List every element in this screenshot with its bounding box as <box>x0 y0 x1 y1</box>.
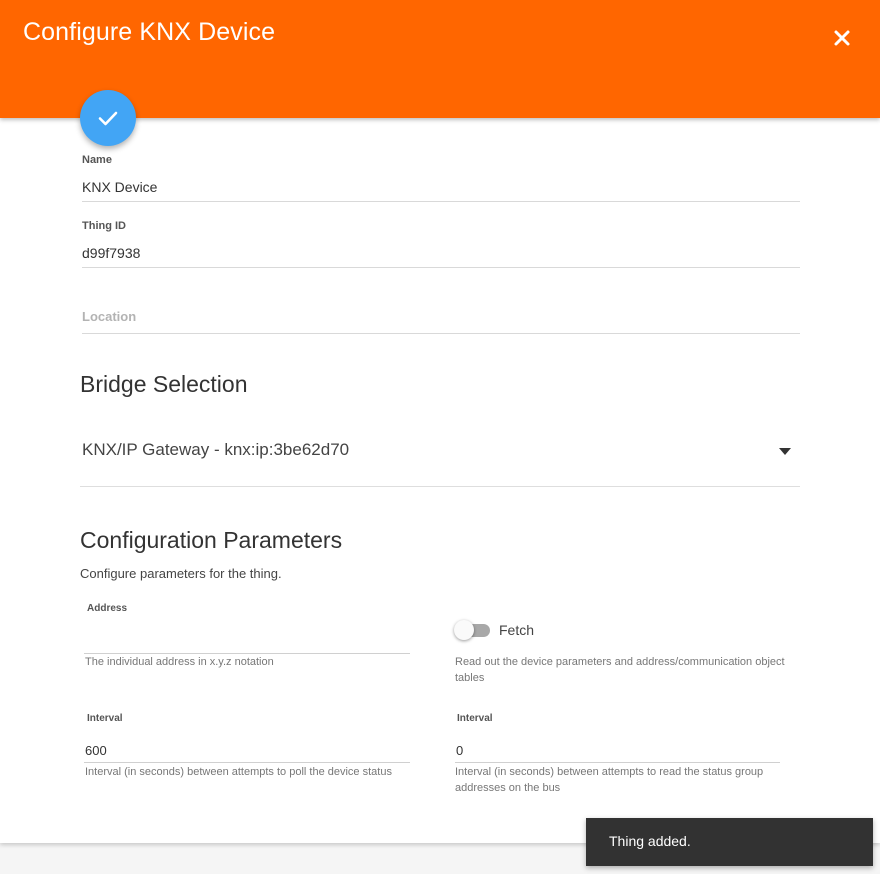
name-input[interactable]: KNX Device <box>82 179 157 195</box>
fetch-toggle[interactable] <box>454 620 492 640</box>
name-label: Name <box>82 154 112 166</box>
thing-id-field[interactable]: Thing ID d99f7938 <box>82 216 800 268</box>
fetch-label: Fetch <box>499 622 535 638</box>
snackbar: Thing added. <box>586 818 873 866</box>
thing-id-label: Thing ID <box>82 220 126 232</box>
interval-poll-hint: Interval (in seconds) between attempts t… <box>85 766 392 778</box>
fetch-hint: Read out the device parameters and addre… <box>455 656 785 684</box>
name-field[interactable]: Name KNX Device <box>82 150 800 202</box>
check-icon <box>98 111 118 126</box>
close-button[interactable] <box>826 22 858 54</box>
bridge-selected-value: KNX/IP Gateway - knx:ip:3be62d70 <box>82 440 350 459</box>
close-icon <box>834 30 850 46</box>
bridge-selection-title: Bridge Selection <box>80 371 248 397</box>
config-parameters-title: Configuration Parameters <box>80 527 343 553</box>
interval-read-value: 0 <box>456 743 464 758</box>
dropdown-arrow-icon <box>779 448 791 455</box>
thing-id-input[interactable]: d99f7938 <box>82 245 140 261</box>
snackbar-message: Thing added. <box>609 833 691 849</box>
address-hint: The individual address in x.y.z notation <box>85 656 274 668</box>
header-bar: Configure KNX Device <box>0 0 880 118</box>
interval-read-label: Interval <box>457 713 493 724</box>
address-label: Address <box>87 603 128 614</box>
interval-poll-label: Interval <box>87 713 123 724</box>
fetch-toggle-knob <box>454 620 474 640</box>
bridge-select[interactable]: KNX/IP Gateway - knx:ip:3be62d70 <box>80 428 800 487</box>
interval-poll-input[interactable]: 600 <box>84 740 410 763</box>
location-field[interactable]: Location <box>82 290 800 334</box>
page-title: Configure KNX Device <box>23 18 276 46</box>
config-subtitle: Configure parameters for the thing. <box>80 566 282 581</box>
interval-read-input[interactable]: 0 <box>455 740 780 763</box>
page: Configure KNX Device Name KNX Device Thi… <box>0 0 880 874</box>
interval-poll-value: 600 <box>85 743 107 758</box>
address-input[interactable] <box>84 631 410 654</box>
location-label: Location <box>82 309 137 324</box>
interval-read-hint: Interval (in seconds) between attempts t… <box>455 766 764 794</box>
save-button[interactable] <box>80 90 136 146</box>
